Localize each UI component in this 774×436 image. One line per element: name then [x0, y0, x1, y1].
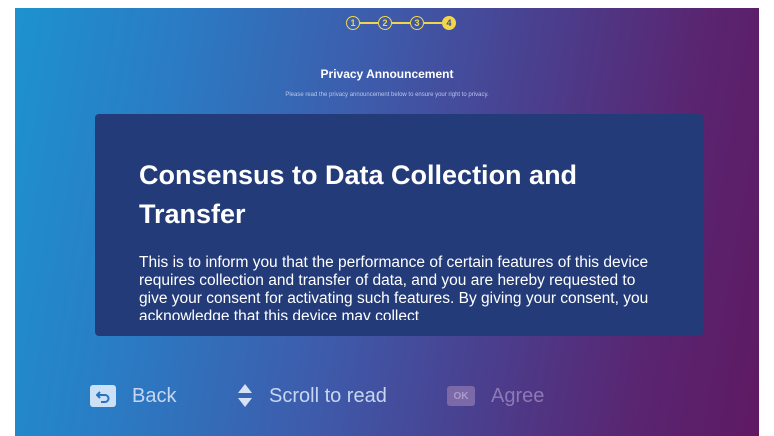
step-3-indicator: 3: [410, 16, 424, 30]
page-title: Privacy Announcement: [320, 67, 454, 81]
step-connector: [360, 22, 378, 24]
ok-key-icon: OK: [447, 386, 475, 406]
privacy-screen: 1 2 3 4 Privacy Announcement Please read…: [15, 8, 759, 436]
agree-label: Agree: [491, 384, 545, 407]
step-2-indicator: 2: [378, 16, 392, 30]
page-subtitle: Please read the privacy announcement bel…: [285, 92, 489, 98]
back-button[interactable]: Back: [90, 378, 176, 414]
setup-stepper: 1 2 3 4: [346, 15, 456, 31]
step-connector: [424, 22, 442, 24]
step-1-indicator: 1: [346, 16, 360, 30]
up-down-arrows-icon: [237, 383, 253, 409]
content-heading: Consensus to Data Collection and Transfe…: [139, 160, 578, 229]
step-connector: [392, 22, 410, 24]
return-key-icon: [90, 385, 116, 407]
footer-controls: Back Scroll to read OK Agree: [15, 378, 759, 414]
scroll-label: Scroll to read: [269, 384, 387, 407]
back-label: Back: [132, 384, 177, 407]
content-body: This is to inform you that the performan…: [139, 254, 649, 320]
step-4-indicator: 4: [442, 16, 456, 30]
agree-button[interactable]: OK Agree: [447, 378, 544, 414]
scroll-hint: Scroll to read: [237, 378, 387, 414]
privacy-content-panel[interactable]: Consensus to Data Collection and Transfe…: [95, 114, 703, 336]
